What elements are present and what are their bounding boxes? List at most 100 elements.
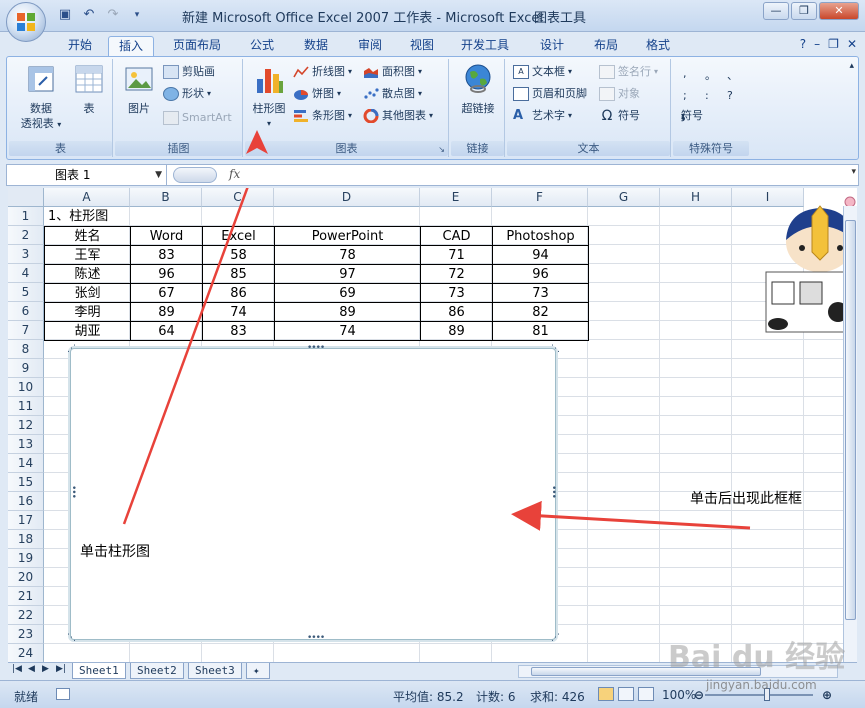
- dropdown-arrow-icon: ▾: [429, 111, 434, 120]
- formula-bar: 图表 1 ▼ fx ▾: [6, 164, 859, 186]
- vertical-scroll-thumb[interactable]: [845, 220, 856, 620]
- tab-home[interactable]: 开始: [58, 36, 102, 56]
- vertical-scrollbar[interactable]: [843, 206, 857, 662]
- customize-qat-icon[interactable]: ▾: [128, 6, 146, 24]
- symbol-question[interactable]: ?: [727, 89, 733, 102]
- shapes-icon: [163, 87, 179, 101]
- group-links: 超链接 链接: [451, 59, 505, 157]
- scatter-chart-button[interactable]: 散点图 ▾: [363, 85, 422, 103]
- annotation-arrows: [122, 188, 751, 531]
- bar-chart-label: 条形图: [312, 109, 345, 122]
- normal-view-icon[interactable]: [598, 687, 614, 701]
- sheet-tab-2[interactable]: Sheet2: [130, 663, 184, 679]
- tab-review[interactable]: 审阅: [348, 36, 392, 56]
- wordart-button[interactable]: A 艺术字 ▾: [513, 107, 572, 125]
- textbox-button[interactable]: A 文本框 ▾: [513, 63, 572, 81]
- ribbon: 数据 透视表 ▾ 表 表 图片 剪贴画 形状 ▾ SmartArt 插图 柱形图…: [6, 56, 859, 160]
- shapes-button[interactable]: 形状 ▾: [163, 85, 211, 103]
- shapes-label: 形状: [182, 87, 204, 100]
- ribbon-scroll-icon[interactable]: ▴: [849, 61, 854, 71]
- formula-bar-handle[interactable]: [173, 167, 217, 183]
- symbol-enum-comma[interactable]: 、: [727, 67, 738, 83]
- header-footer-button[interactable]: 页眉和页脚: [513, 85, 587, 103]
- symbol-button[interactable]: Ω 符号: [599, 107, 640, 125]
- worksheet[interactable]: ABCDEFGHI 1 2 3 4 5 6 7 8 9 10 11 12 13 14 15 16 17 18 19 2…: [8, 188, 857, 662]
- close-button[interactable]: ✕: [819, 2, 859, 20]
- pie-chart-button[interactable]: 饼图 ▾: [293, 85, 341, 103]
- group-charts: 柱形图 ▾ 折线图 ▾ 饼图 ▾ 条形图 ▾ 面积图 ▾ 散点图 ▾ 其他图表 …: [245, 59, 449, 157]
- dropdown-arrow-icon: ▾: [348, 111, 353, 120]
- tab-format[interactable]: 格式: [636, 36, 680, 56]
- zoom-out-icon[interactable]: ⊖: [694, 688, 704, 702]
- expand-formula-bar-icon[interactable]: ▾: [851, 167, 856, 177]
- tab-layout[interactable]: 布局: [584, 36, 628, 56]
- sheet-tab-1[interactable]: Sheet1: [72, 663, 126, 679]
- dropdown-arrow-icon: ▾: [681, 111, 686, 120]
- symbol-colon[interactable]: :: [705, 89, 709, 102]
- symbol-semicolon[interactable]: ;: [683, 89, 687, 102]
- sheet-tab-3[interactable]: Sheet3: [188, 663, 242, 679]
- area-chart-button[interactable]: 面积图 ▾: [363, 63, 422, 81]
- smartart-button[interactable]: SmartArt: [163, 109, 232, 127]
- group-label-charts: 图表: [245, 141, 448, 156]
- save-icon[interactable]: ▣: [56, 6, 74, 24]
- minimize-button[interactable]: —: [763, 2, 789, 20]
- picture-button[interactable]: 图片: [117, 63, 161, 116]
- zoom-level[interactable]: 100%: [662, 688, 696, 702]
- pivot-table-button[interactable]: 数据 透视表 ▾: [13, 63, 69, 132]
- dropdown-arrow-icon: ▾: [266, 119, 271, 128]
- page-layout-view-icon[interactable]: [618, 687, 634, 701]
- prev-sheet-icon[interactable]: ◀: [28, 664, 35, 674]
- status-average: 平均值: 85.2: [393, 690, 464, 704]
- next-sheet-icon[interactable]: ▶: [42, 664, 49, 674]
- page-break-view-icon[interactable]: [638, 687, 654, 701]
- insert-function-icon[interactable]: fx: [229, 167, 240, 181]
- macro-record-icon[interactable]: [56, 688, 70, 700]
- group-label-symbols: 特殊符号: [673, 141, 749, 156]
- name-box-dropdown-icon[interactable]: ▼: [155, 165, 162, 185]
- undo-icon[interactable]: ↶: [80, 6, 98, 24]
- zoom-in-icon[interactable]: ⊕: [822, 688, 832, 702]
- column-chart-button[interactable]: 柱形图 ▾: [247, 63, 291, 131]
- object-icon: [599, 87, 615, 101]
- first-sheet-icon[interactable]: |◀: [12, 664, 22, 674]
- zoom-slider[interactable]: [705, 694, 813, 696]
- bar-chart-button[interactable]: 条形图 ▾: [293, 107, 352, 125]
- object-button[interactable]: 对象: [599, 85, 640, 103]
- dropdown-arrow-icon: ▾: [57, 120, 62, 129]
- table-button[interactable]: 表: [69, 63, 109, 116]
- signature-line-button[interactable]: 签名行 ▾: [599, 63, 658, 81]
- ribbon-close-icon[interactable]: ✕: [847, 37, 857, 51]
- pivot-label-1: 数据: [30, 102, 52, 115]
- tab-page-layout[interactable]: 页面布局: [166, 36, 228, 56]
- ribbon-minimize-icon[interactable]: –: [814, 37, 820, 51]
- tab-view[interactable]: 视图: [400, 36, 444, 56]
- office-button[interactable]: [6, 2, 46, 42]
- group-special-symbols: , 。 、 ; : ? ❟ 符号 ▾ 特殊符号: [673, 59, 749, 157]
- symbol-comma[interactable]: ,: [683, 67, 687, 80]
- maximize-button[interactable]: ❐: [791, 2, 817, 20]
- redo-icon[interactable]: ↷: [104, 6, 122, 24]
- area-chart-label: 面积图: [382, 65, 415, 78]
- signature-icon: [599, 65, 615, 79]
- baidu-watermark-url: jingyan.baidu.com: [706, 678, 817, 692]
- tab-data[interactable]: 数据: [294, 36, 338, 56]
- ribbon-restore-icon[interactable]: ❐: [828, 37, 839, 51]
- clipart-button[interactable]: 剪贴画: [163, 63, 215, 81]
- dialog-launcher-icon[interactable]: ↘: [438, 145, 445, 154]
- tab-formulas[interactable]: 公式: [240, 36, 284, 56]
- tab-developer[interactable]: 开发工具: [452, 36, 518, 56]
- window-title: 新建 Microsoft Office Excel 2007 工作表 - Mic…: [182, 11, 543, 26]
- help-icon[interactable]: ?: [800, 37, 806, 51]
- tab-insert[interactable]: 插入: [108, 36, 154, 56]
- name-box[interactable]: 图表 1 ▼: [7, 165, 167, 185]
- last-sheet-icon[interactable]: ▶|: [56, 664, 66, 674]
- hyperlink-button[interactable]: 超链接: [453, 63, 503, 116]
- insert-sheet-icon[interactable]: ✦: [246, 663, 270, 679]
- quick-access-toolbar: ▣ ↶ ↷ ▾: [56, 6, 146, 24]
- status-count: 计数: 6: [476, 690, 516, 704]
- tab-design[interactable]: 设计: [530, 36, 574, 56]
- line-chart-button[interactable]: 折线图 ▾: [293, 63, 352, 81]
- other-charts-button[interactable]: 其他图表 ▾: [363, 107, 433, 125]
- symbol-period[interactable]: 。: [705, 67, 716, 83]
